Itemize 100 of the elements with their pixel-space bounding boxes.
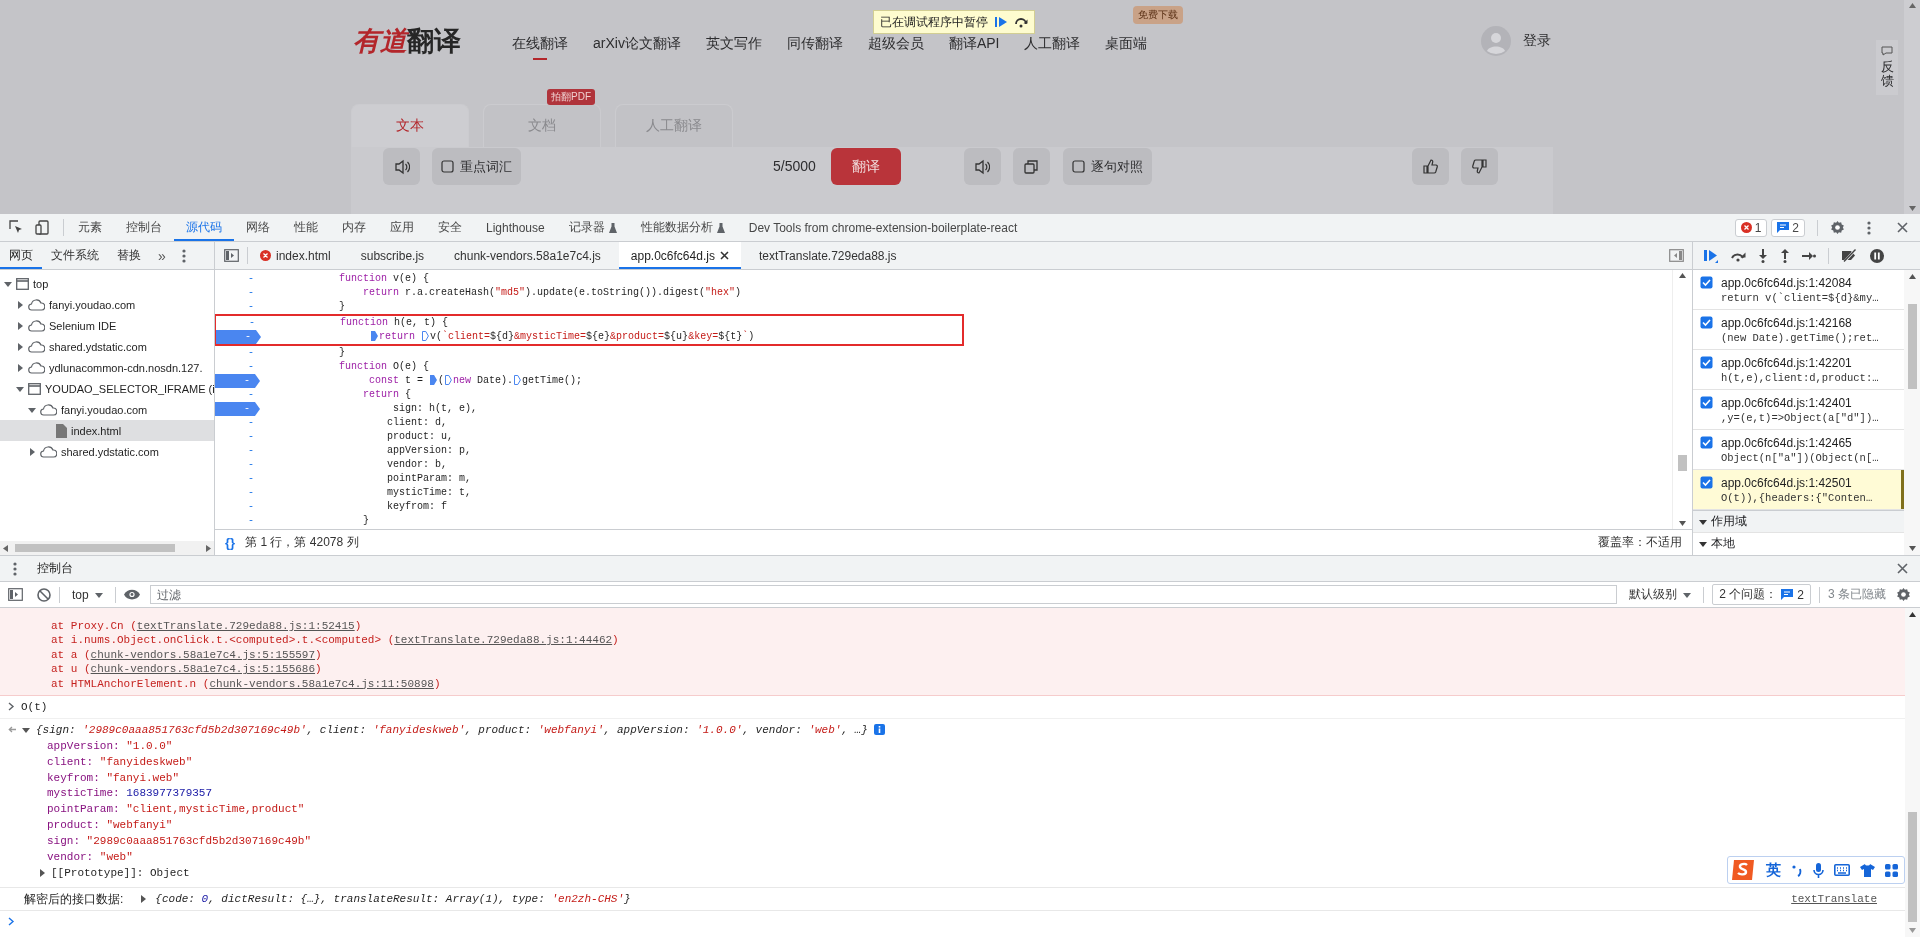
source-link[interactable]: textTranslate [1791,893,1877,906]
info-icon[interactable] [873,724,885,736]
expand-arrow-icon[interactable] [16,363,24,372]
nav-link[interactable]: 翻译API [948,34,1000,60]
checkbox[interactable] [1700,356,1713,369]
thumbs-up-button[interactable] [1411,148,1449,185]
file-tab[interactable]: textTranslate.729eda88.js [746,242,909,269]
checkbox[interactable] [1700,276,1713,289]
panel-tab[interactable]: Lighthouse [474,214,557,241]
scrollbar-thumb[interactable] [15,544,175,552]
dropdown-arrow-icon[interactable] [1683,590,1692,599]
tree-item[interactable]: fanyi.youdao.com [0,294,214,315]
panel-tab[interactable]: 控制台 [114,214,174,241]
speaker-button[interactable] [963,148,1001,185]
inline-breakpoint-icon[interactable] [514,375,522,386]
deactivate-breakpoints-icon[interactable] [1841,249,1858,262]
step-over-icon[interactable] [1014,16,1028,28]
expand-arrow-icon[interactable] [16,384,24,393]
checkbox[interactable] [1700,476,1713,489]
navigator-tab[interactable]: 替换 [108,242,150,269]
feedback-button[interactable]: 反馈 [1876,40,1898,95]
file-tab[interactable]: index.html [248,242,343,269]
line-number[interactable]: - [215,472,257,486]
close-icon[interactable] [1897,563,1908,574]
tree-item[interactable]: Selenium IDE [0,315,214,336]
expand-arrow-icon[interactable] [1699,517,1707,526]
panel-tab[interactable]: 安全 [426,214,474,241]
device-icon[interactable] [35,220,50,235]
inline-breakpoint-icon[interactable] [371,331,378,342]
file-tab[interactable]: app.0c6fc64d.js [618,242,741,269]
breakpoint-marker[interactable]: - [216,330,261,344]
expand-arrow-icon[interactable] [16,342,24,351]
tree-item[interactable]: fanyi.youdao.com [0,399,214,420]
expand-arrow-icon[interactable] [16,321,24,330]
sidebar-toggle-icon[interactable] [224,249,239,262]
punctuation-icon[interactable] [1791,863,1803,877]
expand-arrow-icon[interactable] [38,869,46,878]
navigator-tab[interactable]: 网页 [0,242,42,269]
scrollbar-thumb[interactable] [1678,455,1687,471]
breakpoint-marker[interactable]: - [215,402,260,416]
key-words-option[interactable]: 重点词汇 [432,148,521,185]
horizontal-scrollbar[interactable] [0,541,214,555]
nav-link[interactable]: 英文写作 [705,34,762,60]
breakpoint-item[interactable]: app.0c6fc64d.js:1:42501 O(t)),{headers:{"Conten… [1693,470,1904,510]
step-icon[interactable] [1802,250,1816,261]
panel-tab[interactable]: 内存 [330,214,378,241]
line-number[interactable]: - [216,316,258,330]
ime-logo-icon[interactable] [1730,858,1756,882]
error-count[interactable]: 1 [1734,218,1768,237]
login-link[interactable]: 登录 [1523,32,1551,50]
speaker-button[interactable] [383,148,420,185]
breakpoint-marker[interactable]: - [215,374,260,388]
microphone-icon[interactable] [1813,862,1824,878]
expand-arrow-icon[interactable] [22,725,30,734]
expand-arrow-icon[interactable] [4,279,12,288]
close-icon[interactable] [719,251,729,260]
shirt-icon[interactable] [1860,863,1875,877]
expand-arrow-icon[interactable] [139,895,148,904]
close-icon[interactable] [1897,222,1908,233]
panel-tab[interactable]: 记录器 [556,214,629,241]
thumbs-down-button[interactable] [1460,148,1498,185]
source-link[interactable]: textTranslate.729eda88.js:1:52415 [136,620,355,632]
eye-icon[interactable] [123,589,140,600]
source-link[interactable]: chunk-vendors.58a1e7c4.js:5:155597 [90,648,316,661]
message-count[interactable]: 2 [1771,218,1805,237]
panel-tab[interactable]: 应用 [378,214,426,241]
inspect-icon[interactable] [9,220,24,235]
vertical-scrollbar[interactable] [1904,270,1920,555]
dropdown-arrow-icon[interactable] [94,590,103,599]
clear-console-icon[interactable] [37,587,51,602]
settings-icon[interactable] [1896,587,1911,602]
source-link[interactable]: chunk-vendors.58a1e7c4.js:5:155686 [90,663,316,676]
tree-item[interactable]: YOUDAO_SELECTOR_IFRAME (i [0,378,214,399]
section-header[interactable]: 作用域 [1693,510,1904,533]
nav-link[interactable]: 在线翻译 [512,34,568,60]
line-number[interactable]: - [215,500,257,514]
expand-arrow-icon[interactable] [28,447,36,456]
section-header[interactable]: 本地 [1693,533,1904,554]
line-number[interactable]: - [215,416,257,430]
scrollbar-thumb[interactable] [1907,304,1917,389]
nav-link[interactable]: 桌面端 [1105,34,1148,60]
file-tab[interactable]: subscribe.js [348,242,437,269]
line-number[interactable]: - [215,286,257,300]
scrollbar-thumb[interactable] [1908,812,1917,922]
more-icon[interactable] [13,561,17,576]
more-tabs-button[interactable]: » [150,242,174,269]
step-out-icon[interactable] [1780,248,1790,263]
line-number[interactable]: - [215,388,257,402]
inline-breakpoint-icon[interactable] [422,331,429,342]
expand-arrow-icon[interactable] [28,405,36,414]
copy-button[interactable] [1012,148,1050,185]
sidebar-toggle-icon[interactable] [8,588,23,601]
vertical-scrollbar[interactable] [1905,608,1920,937]
inline-breakpoint-icon[interactable] [445,375,453,386]
settings-icon[interactable] [1830,220,1845,235]
panel-tab[interactable]: Dev Tools from chrome-extension-boilerplate-react [736,214,1030,241]
line-number[interactable]: - [215,430,257,444]
panel-tab[interactable]: 性能 [282,214,330,241]
tree-item[interactable]: ydlunacommon-cdn.nosdn.127. [0,357,214,378]
nav-link[interactable]: 人工翻译 [1024,34,1081,60]
